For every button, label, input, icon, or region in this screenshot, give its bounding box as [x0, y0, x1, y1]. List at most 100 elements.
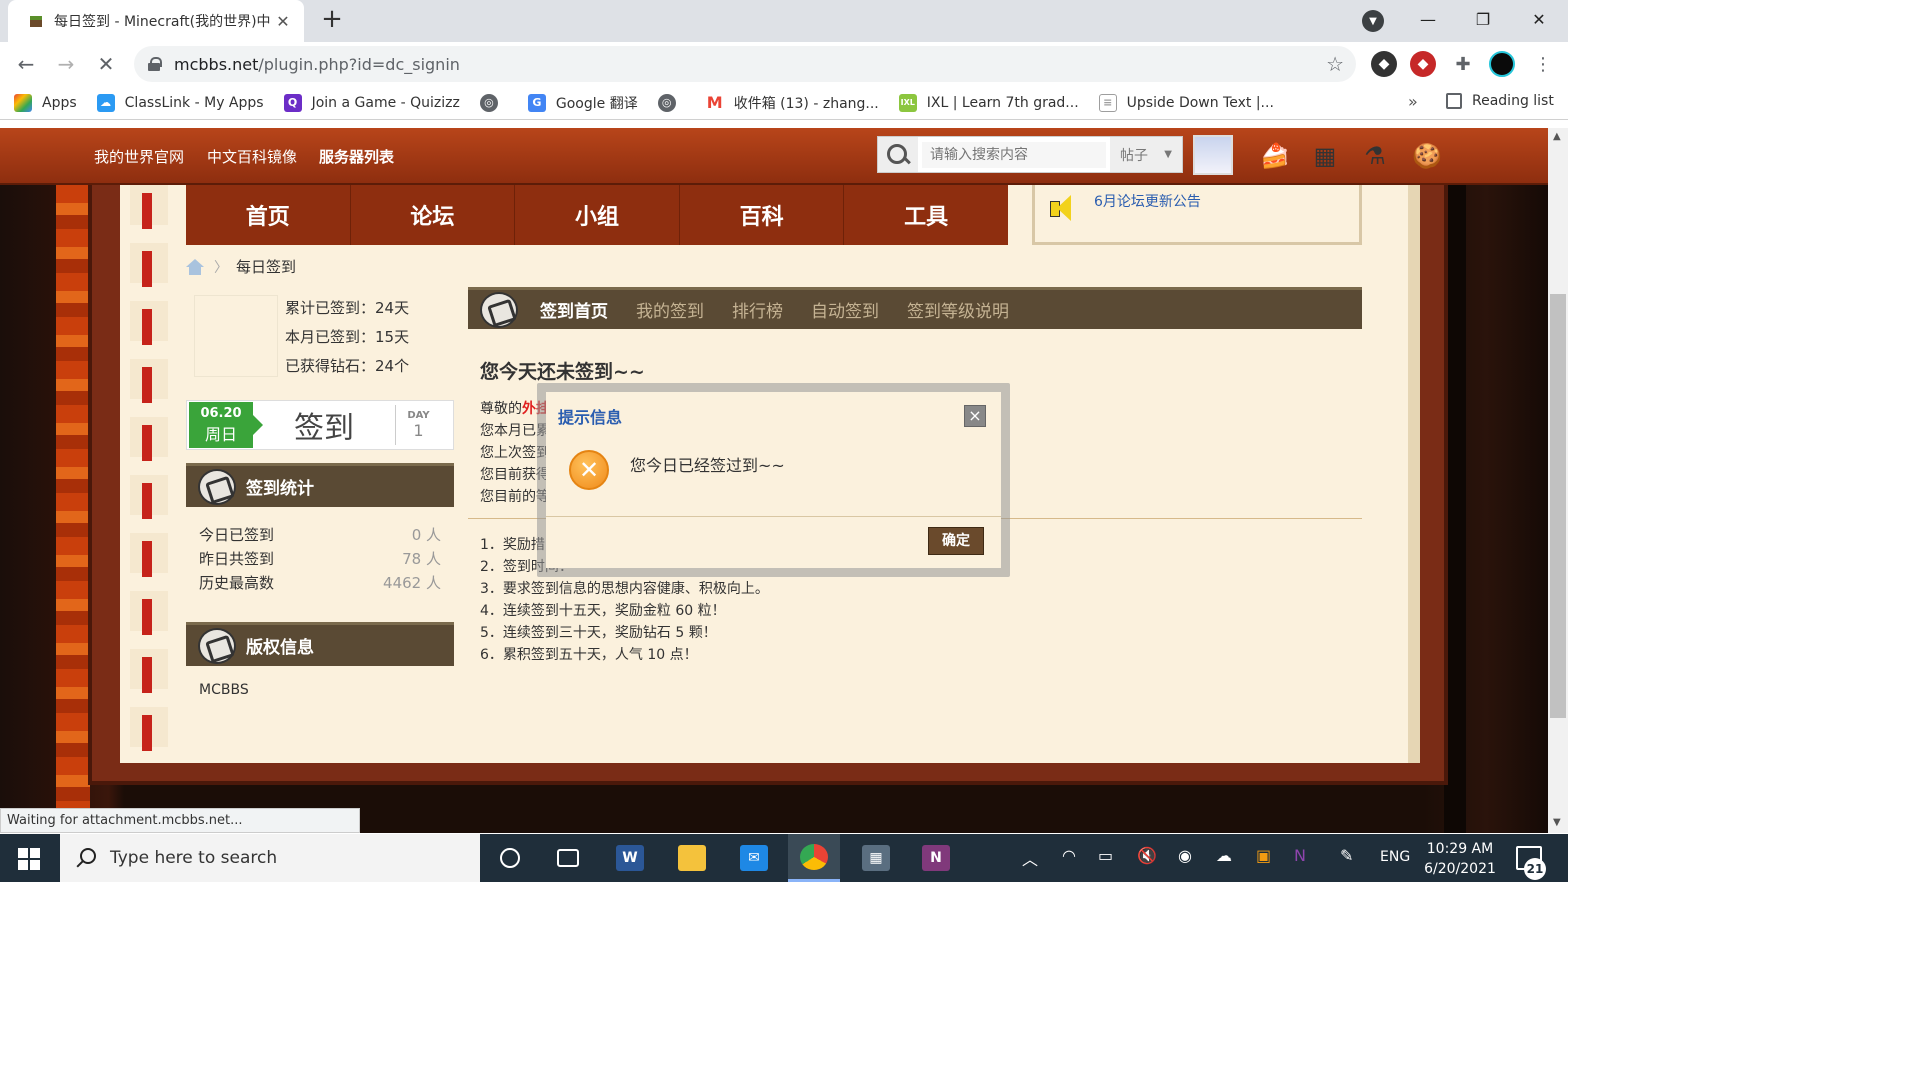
file-explorer-icon[interactable] — [666, 834, 718, 882]
tab-close-icon[interactable]: ✕ — [274, 12, 292, 31]
restore-button[interactable]: ❐ — [1458, 0, 1508, 38]
search-icon[interactable] — [878, 137, 918, 172]
profile-avatar-icon[interactable] — [1489, 51, 1515, 77]
forward-arrow-icon[interactable]: → — [52, 50, 80, 78]
edge-icon[interactable]: ◉ — [1178, 846, 1192, 865]
crafting-table-icon[interactable]: ▦ — [1307, 138, 1343, 174]
nav-group[interactable]: 小组 — [515, 185, 680, 245]
home-icon[interactable] — [186, 258, 204, 275]
signin-button[interactable]: 签到 — [253, 403, 395, 447]
error-x-icon: ✕ — [569, 450, 609, 490]
search-type-select[interactable]: 帖子 ▼ — [1110, 137, 1182, 172]
bookmark-ixl[interactable]: IXL IXL | Learn 7th grad... — [898, 93, 1079, 112]
tab-strip: 每日签到 - Minecraft(我的世界)中 ✕ + ▼ — ❐ ✕ — [0, 0, 1568, 42]
bookmark-star-icon[interactable]: ☆ — [1326, 52, 1344, 76]
search-icon — [76, 848, 96, 868]
tab-title: 每日签到 - Minecraft(我的世界)中 — [54, 14, 271, 30]
bookmark-quizizz[interactable]: Q Join a Game - Quizizz — [283, 93, 460, 112]
nav-home[interactable]: 首页 — [186, 185, 351, 245]
cortana-icon[interactable] — [484, 834, 536, 882]
onenote-icon[interactable]: N — [910, 834, 962, 882]
speaker-icon — [1050, 193, 1078, 223]
signin-card: 06.20 周日 签到 DAY 1 — [186, 400, 454, 450]
pen-icon[interactable]: ✎ — [1340, 846, 1353, 865]
bookmark-globe[interactable]: ◎ — [479, 93, 508, 112]
bookmark-google-translate[interactable]: G Google 翻译 — [527, 93, 638, 113]
menu-kebab-icon[interactable]: ⋮ — [1530, 51, 1556, 77]
nav-tools[interactable]: 工具 — [844, 185, 1008, 245]
announcement-box: 6月论坛更新公告 — [1032, 185, 1362, 245]
app-tray-icon[interactable]: ▣ — [1256, 846, 1271, 865]
scroll-down-icon[interactable]: ▼ — [1553, 817, 1561, 828]
address-bar[interactable]: mcbbs.net /plugin.php?id=dc_signin ☆ — [134, 46, 1356, 82]
google-translate-icon: G — [527, 93, 546, 112]
dialog-message: 您今日已经签过到~~ — [630, 456, 785, 475]
bookmark-upside-down-text[interactable]: ≡ Upside Down Text |... — [1098, 93, 1274, 112]
section-copyright: 版权信息 — [186, 622, 454, 666]
tab-level-info[interactable]: 签到等级说明 — [907, 297, 1009, 322]
dialog-title: 提示信息 — [558, 408, 623, 427]
book-binding — [130, 185, 168, 763]
copyright-text: MCBBS — [199, 682, 249, 698]
gmail-icon: M — [705, 93, 724, 112]
taskbar-search[interactable]: Type here to search — [60, 834, 480, 882]
status-bar: Waiting for attachment.mcbbs.net... — [0, 808, 360, 833]
chrome-icon[interactable] — [788, 834, 840, 882]
link-server-list[interactable]: 服务器列表 — [319, 146, 394, 167]
section-signin-stats: 签到统计 — [186, 463, 454, 507]
link-minecraft-official[interactable]: 我的世界官网 — [94, 146, 184, 167]
browser-toolbar: ← → ✕ mcbbs.net /plugin.php?id=dc_signin… — [0, 42, 1568, 86]
stat-row: 昨日共签到 78 人 — [199, 550, 441, 568]
link-wiki-mirror[interactable]: 中文百科镜像 — [207, 146, 297, 167]
new-tab-button[interactable]: + — [318, 6, 346, 34]
extension-icon[interactable]: ◆ — [1371, 51, 1397, 77]
reading-list-button[interactable]: Reading list — [1446, 93, 1554, 109]
lock-icon — [148, 57, 162, 71]
language-indicator[interactable]: ENG — [1380, 849, 1410, 865]
mail-icon[interactable]: ✉ — [728, 834, 780, 882]
tab-signin-home[interactable]: 签到首页 — [540, 297, 608, 322]
puzzle-extensions-icon[interactable]: ✚ — [1450, 51, 1476, 77]
tab-auto-signin[interactable]: 自动签到 — [811, 297, 879, 322]
user-avatar[interactable] — [1193, 135, 1233, 175]
nav-forum[interactable]: 论坛 — [351, 185, 516, 245]
stop-loading-icon[interactable]: ✕ — [92, 50, 120, 78]
tab-leaderboard[interactable]: 排行榜 — [732, 297, 783, 322]
extension-icon[interactable]: ◆ — [1410, 51, 1436, 77]
date-badge: 06.20 周日 — [189, 402, 263, 448]
bookmark-globe[interactable]: ◎ — [657, 93, 686, 112]
potion-icon[interactable]: ⚗ — [1357, 138, 1393, 174]
clock[interactable]: 10:29 AM 6/20/2021 — [1418, 839, 1502, 879]
cookie-icon[interactable]: 🍪 — [1409, 138, 1445, 174]
show-hidden-icons[interactable]: ︿ — [1022, 846, 1038, 870]
nav-wiki[interactable]: 百科 — [680, 185, 845, 245]
word-icon[interactable]: W — [604, 834, 656, 882]
volume-muted-icon[interactable]: 🔇 — [1137, 846, 1157, 865]
confirm-button[interactable]: 确定 — [928, 527, 984, 555]
scrollbar-thumb[interactable] — [1550, 294, 1566, 718]
cake-icon[interactable]: 🍰 — [1257, 138, 1293, 174]
calculator-icon[interactable]: ▦ — [850, 834, 902, 882]
rule-line: 1．奖励措 — [480, 537, 545, 553]
scroll-up-icon[interactable]: ▲ — [1553, 131, 1561, 142]
bookmark-classlink[interactable]: ☁ ClassLink - My Apps — [96, 93, 264, 112]
close-icon[interactable]: × — [964, 405, 986, 427]
task-view-icon[interactable] — [542, 834, 594, 882]
close-window-button[interactable]: ✕ — [1514, 0, 1564, 38]
browser-tab-active[interactable]: 每日签到 - Minecraft(我的世界)中 ✕ — [8, 0, 304, 42]
tab-my-signin[interactable]: 我的签到 — [636, 297, 704, 322]
wifi-icon[interactable]: ◠ — [1062, 846, 1076, 865]
windows-start-icon[interactable] — [18, 848, 40, 870]
minimize-button[interactable]: — — [1403, 0, 1453, 38]
bookmarks-more-icon[interactable]: » — [1408, 92, 1418, 111]
bookmark-gmail[interactable]: M 收件箱 (13) - zhang... — [705, 93, 879, 113]
announcement-link[interactable]: 6月论坛更新公告 — [1094, 191, 1201, 211]
url-host: mcbbs.net — [174, 54, 259, 74]
back-arrow-icon[interactable]: ← — [12, 50, 40, 78]
onenote-tray-icon[interactable]: N — [1294, 846, 1306, 865]
onedrive-icon[interactable]: ☁ — [1216, 846, 1232, 865]
tab-search-icon[interactable]: ▼ — [1362, 10, 1384, 32]
search-input[interactable] — [922, 141, 1106, 168]
bookmark-apps[interactable]: Apps — [14, 93, 77, 112]
battery-icon[interactable]: ▭ — [1098, 846, 1113, 865]
